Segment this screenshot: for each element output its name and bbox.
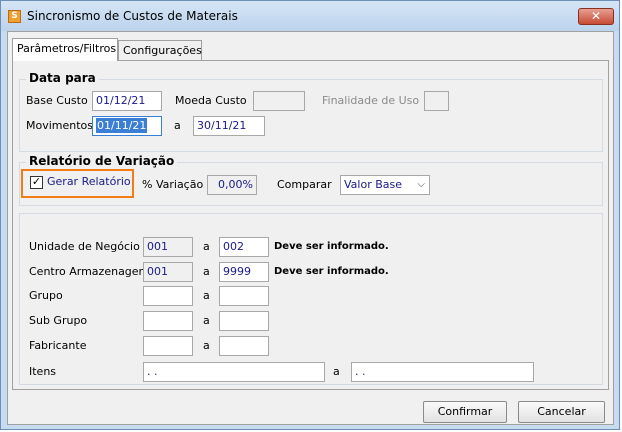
itens-label: Itens	[29, 365, 57, 378]
fabricante-to-field[interactable]	[219, 336, 269, 356]
movimentos-a-label: a	[174, 119, 181, 132]
relatorio-variacao-group: Relatório de Variação ✓ Gerar Relatório …	[19, 154, 603, 206]
grupo-from-field[interactable]	[143, 286, 193, 306]
unidade-a-label: a	[203, 240, 210, 253]
movimentos-from-field[interactable]: 01/11/21	[92, 116, 162, 136]
relatorio-variacao-title: Relatório de Variação	[26, 154, 178, 168]
tab-parametros-filtros[interactable]: Parâmetros/Filtros	[12, 38, 118, 61]
grupo-a-label: a	[203, 289, 210, 302]
close-button[interactable]: ✕	[578, 8, 614, 25]
centro-a-label: a	[203, 265, 210, 278]
dialog-window: S Sincronismo de Custos de Materais ✕ Pa…	[0, 0, 620, 430]
itens-a-label: a	[333, 365, 340, 378]
unidade-negocio-label: Unidade de Negócio	[29, 240, 140, 253]
gerar-relatorio-highlight: ✓ Gerar Relatório	[21, 169, 134, 198]
data-para-title: Data para	[26, 71, 99, 85]
tab-configuracoes[interactable]: Configurações	[118, 40, 202, 60]
comparar-select[interactable]: Valor Base ⌵	[340, 175, 430, 195]
centro-required-hint: Deve ser informado.	[274, 266, 389, 277]
centro-armazenagem-label: Centro Armazenagem	[29, 265, 150, 278]
comparar-label: Comparar	[277, 178, 332, 191]
tab-panel-parametros: Data para Base Custo 01/12/21 Moeda Cust…	[12, 60, 609, 390]
fabricante-a-label: a	[203, 339, 210, 352]
filtros-group: Unidade de Negócio 001 a 002 Deve ser in…	[19, 213, 603, 385]
finalidade-uso-field[interactable]	[424, 91, 449, 111]
base-custo-label: Base Custo	[26, 94, 88, 107]
unidade-from-field[interactable]: 001	[143, 237, 193, 257]
itens-from-field[interactable]: . .	[143, 362, 325, 382]
variacao-field[interactable]: 0,00%	[207, 175, 257, 195]
data-para-group: Data para Base Custo 01/12/21 Moeda Cust…	[19, 71, 603, 152]
window-title: Sincronismo de Custos de Materais	[27, 9, 238, 23]
moeda-custo-label: Moeda Custo	[175, 94, 247, 107]
movimentos-to-field[interactable]: 30/11/21	[193, 116, 265, 136]
finalidade-uso-label: Finalidade de Uso	[322, 94, 420, 107]
moeda-custo-field[interactable]	[253, 91, 305, 111]
gerar-relatorio-label[interactable]: Gerar Relatório	[47, 175, 131, 188]
gerar-relatorio-checkbox[interactable]: ✓	[30, 176, 43, 189]
grupo-label: Grupo	[29, 289, 63, 302]
app-icon: S	[8, 10, 21, 23]
fabricante-from-field[interactable]	[143, 336, 193, 356]
variacao-label: % Variação	[142, 178, 204, 191]
check-icon: ✓	[31, 175, 42, 188]
base-custo-field[interactable]: 01/12/21	[92, 91, 162, 111]
grupo-to-field[interactable]	[219, 286, 269, 306]
unidade-to-field[interactable]: 002	[219, 237, 269, 257]
dialog-client: Parâmetros/Filtros Configurações Data pa…	[7, 31, 614, 425]
fabricante-label: Fabricante	[29, 339, 87, 352]
comparar-value: Valor Base	[344, 178, 403, 191]
sub-grupo-to-field[interactable]	[219, 311, 269, 331]
sub-grupo-a-label: a	[203, 314, 210, 327]
movimentos-from-value: 01/11/21	[96, 118, 148, 133]
sub-grupo-from-field[interactable]	[143, 311, 193, 331]
title-bar[interactable]: S Sincronismo de Custos de Materais ✕	[1, 1, 619, 31]
movimentos-label: Movimentos	[26, 119, 94, 132]
confirmar-button[interactable]: Confirmar	[423, 401, 507, 423]
centro-from-field[interactable]: 001	[143, 262, 193, 282]
itens-to-field[interactable]: . .	[351, 362, 534, 382]
sub-grupo-label: Sub Grupo	[29, 314, 88, 327]
cancelar-button[interactable]: Cancelar	[518, 401, 605, 423]
chevron-down-icon: ⌵	[417, 179, 425, 190]
unidade-required-hint: Deve ser informado.	[274, 241, 389, 252]
centro-to-field[interactable]: 9999	[219, 262, 269, 282]
